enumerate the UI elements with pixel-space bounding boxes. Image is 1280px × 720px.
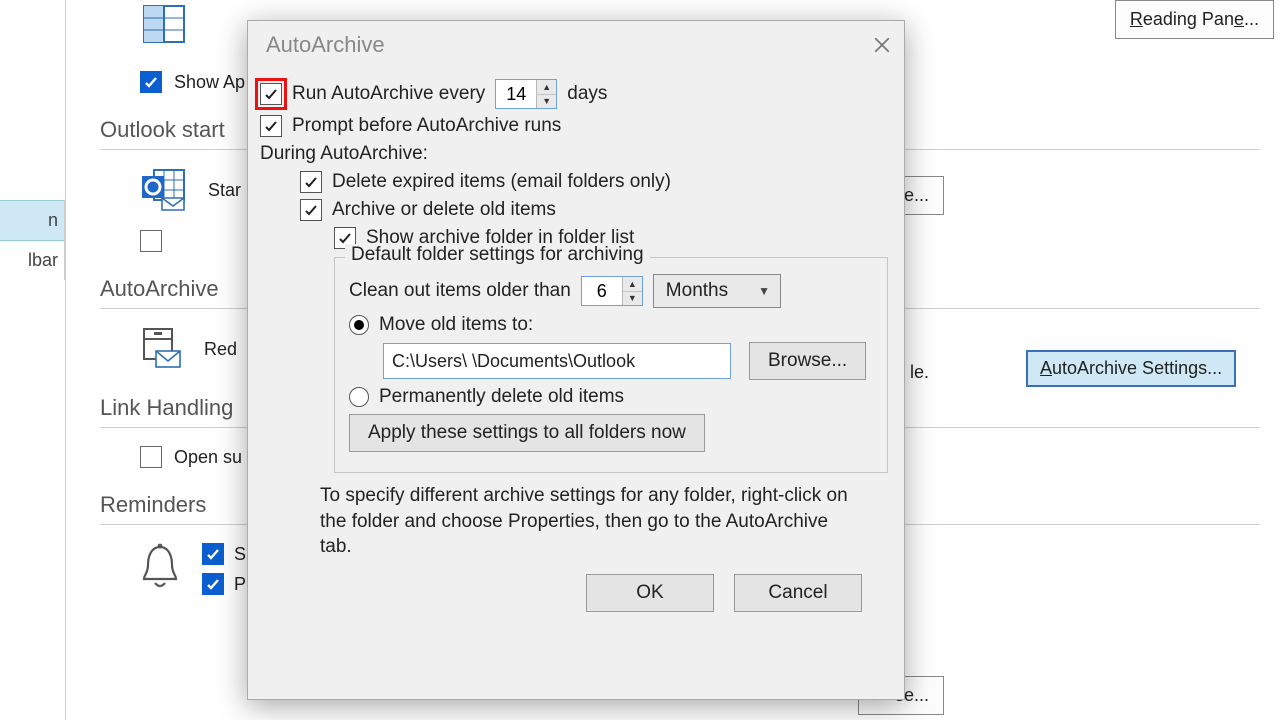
open-su-label: Open su [174,447,242,468]
autoarchive-dialog: AutoArchive Run AutoArchive every ▲▼ day… [247,20,905,700]
bell-icon [140,543,180,591]
close-icon[interactable] [868,31,896,59]
run-days-spinner[interactable]: ▲▼ [495,79,557,109]
perm-delete-label: Permanently delete old items [379,386,624,408]
reminder-label-2: P [234,574,246,595]
ok-button[interactable]: OK [586,574,714,612]
dialog-title: AutoArchive [266,32,385,58]
move-old-path-value: C:\Users\ \Documents\Outlook [392,351,635,372]
delete-expired-label: Delete expired items (email folders only… [332,171,671,193]
move-old-path-input[interactable]: C:\Users\ \Documents\Outlook [383,343,731,379]
clean-out-label: Clean out items older than [349,280,571,302]
prompt-label: Prompt before AutoArchive runs [292,115,561,137]
outlook-icon [140,168,188,212]
dialog-note: To specify different archive settings fo… [320,483,860,560]
reminder-checkbox-1[interactable] [202,543,224,565]
delete-expired-checkbox[interactable] [300,171,322,193]
chevron-down-icon: ▼ [758,284,770,298]
spinner-arrows[interactable]: ▲▼ [536,80,556,108]
start-checkbox[interactable] [140,230,162,252]
dialog-body: Run AutoArchive every ▲▼ days Prompt bef… [248,69,904,624]
nav-item[interactable]: lbar [0,241,64,280]
perm-delete-radio[interactable] [349,387,369,407]
prompt-checkbox[interactable] [260,115,282,137]
run-days-suffix: days [567,83,607,105]
reminder-label-1: S [234,544,246,565]
browse-button[interactable]: Browse... [749,342,866,380]
apply-all-button[interactable]: Apply these settings to all folders now [349,414,705,452]
run-autoarchive-label: Run AutoArchive every [292,83,485,105]
dialog-titlebar: AutoArchive [248,21,904,69]
clean-out-input[interactable] [582,277,622,305]
reduce-label: Red [204,339,237,360]
group-label: Default folder settings for archiving [345,244,650,266]
calendar-icon [140,0,188,48]
clean-out-unit-value: Months [666,280,728,302]
options-nav: n lbar [0,200,65,280]
during-label: During AutoArchive: [260,143,428,165]
show-ap-checkbox[interactable] [140,71,162,93]
reading-pane-button[interactable]: Reading Pane... [1115,0,1274,39]
clean-out-unit-select[interactable]: Months ▼ [653,274,781,308]
show-ap-label: Show Ap [174,72,245,93]
reduce-suffix: le. [910,362,929,383]
reading-pane-label: eading Pane... [1143,9,1259,29]
clean-out-spinner[interactable]: ▲▼ [581,276,643,306]
open-su-checkbox[interactable] [140,446,162,468]
default-folder-group: Default folder settings for archiving Cl… [334,257,888,473]
run-autoarchive-checkbox[interactable] [260,83,282,105]
start-label: Star [208,180,241,201]
archive-icon [140,327,184,371]
autoarchive-settings-button[interactable]: AutoArchive Settings... [1026,350,1236,387]
move-old-radio[interactable] [349,315,369,335]
move-old-label: Move old items to: [379,314,533,336]
archive-delete-label: Archive or delete old items [332,199,556,221]
spinner-arrows[interactable]: ▲▼ [622,277,642,305]
run-days-input[interactable] [496,80,536,108]
nav-item-selected[interactable]: n [0,200,64,241]
cancel-button[interactable]: Cancel [734,574,862,612]
dialog-buttons: OK Cancel [260,574,892,612]
archive-delete-checkbox[interactable] [300,199,322,221]
reminder-checkbox-2[interactable] [202,573,224,595]
vertical-rule [65,0,66,720]
